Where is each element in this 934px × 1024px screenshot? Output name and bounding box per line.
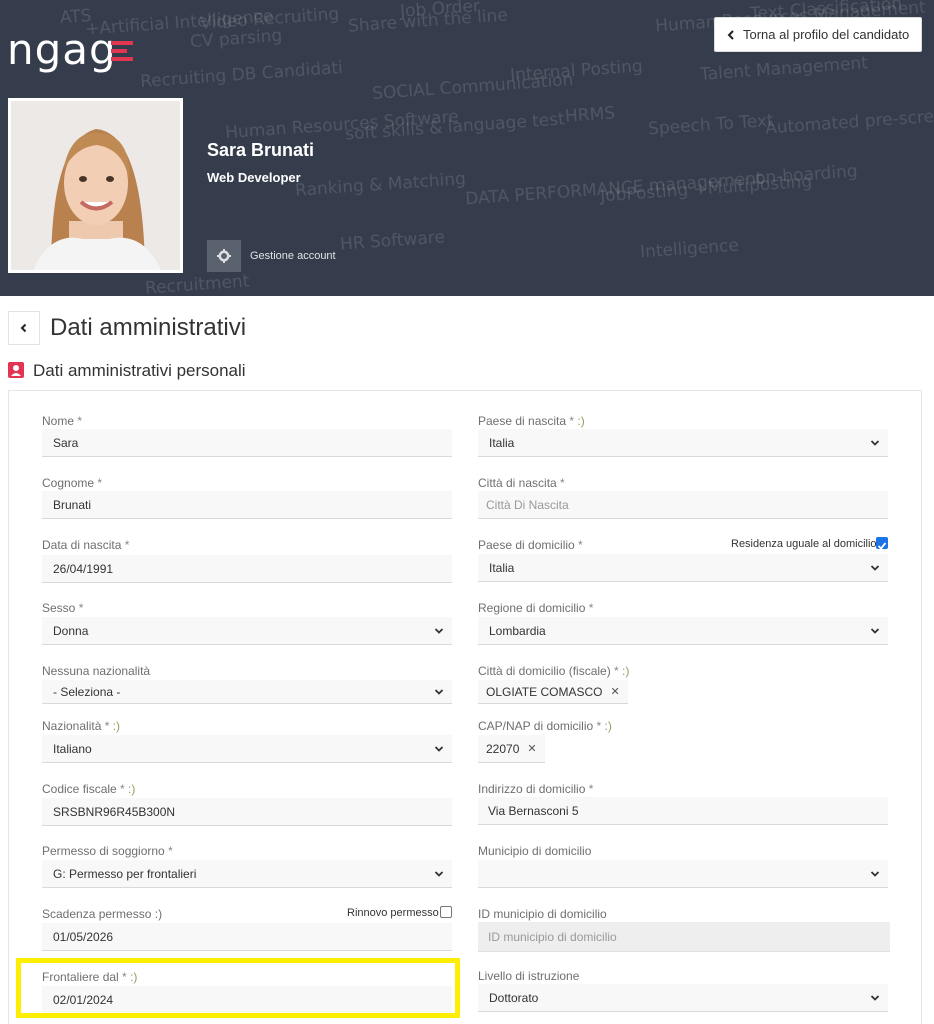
account-settings-button[interactable] xyxy=(207,240,241,272)
candidate-name: Sara Brunati xyxy=(207,140,315,160)
scadenza-permesso-input[interactable]: 01/05/2026 xyxy=(42,923,452,951)
paese-nascita-select[interactable]: Italia xyxy=(478,429,888,457)
indirizzo-domicilio-label: Indirizzo di domicilio * xyxy=(478,782,594,796)
id-municipio-label: ID municipio di domicilio xyxy=(478,907,607,921)
person-badge-icon xyxy=(8,362,24,378)
checkmark-icon xyxy=(877,542,887,550)
ngage-logo-mark-icon xyxy=(111,41,133,61)
citta-domicilio-tag[interactable]: OLGIATE COMASCO ✕ xyxy=(478,680,628,704)
cap-domicilio-label: CAP/NAP di domicilio * :) xyxy=(478,719,612,733)
profile-header: ATS +Artificial Intelligence Video Recru… xyxy=(0,0,934,296)
nome-input[interactable]: Sara xyxy=(42,429,452,457)
paese-domicilio-select[interactable]: Italia xyxy=(478,554,888,582)
permesso-soggiorno-select[interactable]: G: Permesso per frontalieri xyxy=(42,860,452,888)
paese-nascita-label: Paese di nascita * :) xyxy=(478,414,585,428)
permesso-soggiorno-label: Permesso di soggiorno * xyxy=(42,844,173,858)
residenza-uguale-checkbox[interactable] xyxy=(876,537,888,550)
scadenza-permesso-label: Scadenza permesso :) xyxy=(42,907,163,921)
chevron-left-icon xyxy=(20,323,27,333)
residenza-uguale-label: Residenza uguale al domicilio xyxy=(731,538,877,550)
data-nascita-input[interactable]: 26/04/1991 xyxy=(42,555,452,583)
cognome-label: Cognome * xyxy=(42,476,103,490)
livello-istruzione-label: Livello di istruzione xyxy=(478,969,580,983)
chevron-down-icon xyxy=(434,746,444,752)
cap-domicilio-tag[interactable]: 22070 ✕ xyxy=(478,735,545,763)
page-title: Dati amministrativi xyxy=(50,314,247,341)
cognome-input[interactable]: Brunati xyxy=(42,491,452,519)
gear-icon xyxy=(217,249,231,263)
livello-istruzione-select[interactable]: Dottorato xyxy=(478,984,888,1012)
chevron-down-icon xyxy=(870,440,880,446)
codice-fiscale-input[interactable]: SRSBNR96R45B300N xyxy=(42,798,452,826)
nazionalita-label: Nazionalità * :) xyxy=(42,719,121,733)
section-subtitle: Dati amministrativi personali xyxy=(33,361,246,380)
close-icon[interactable]: ✕ xyxy=(610,685,619,698)
municipio-domicilio-select[interactable] xyxy=(478,860,888,888)
chevron-left-icon xyxy=(727,29,734,40)
paese-domicilio-label: Paese di domicilio * xyxy=(478,538,583,552)
nazionalita-select[interactable]: Italiano xyxy=(42,735,452,763)
data-nascita-label: Data di nascita * xyxy=(42,538,130,552)
candidate-role: Web Developer xyxy=(207,170,301,185)
back-to-profile-label: Torna al profilo del candidato xyxy=(743,27,910,42)
rinnovo-permesso-checkbox[interactable] xyxy=(440,906,452,918)
candidate-portrait xyxy=(11,101,180,270)
sesso-label: Sesso * xyxy=(42,601,84,615)
citta-domicilio-label: Città di domicilio (fiscale) * :) xyxy=(478,664,630,678)
chevron-down-icon xyxy=(434,689,444,695)
regione-domicilio-label: Regione di domicilio * xyxy=(478,601,594,615)
citta-nascita-input[interactable]: Città Di Nascita xyxy=(478,491,888,519)
chevron-down-icon xyxy=(434,871,444,877)
chevron-down-icon xyxy=(870,871,880,877)
nessuna-nazionalita-label: Nessuna nazionalità xyxy=(42,664,151,678)
rinnovo-permesso-label: Rinnovo permesso xyxy=(347,907,439,919)
candidate-photo xyxy=(8,98,183,273)
municipio-domicilio-label: Municipio di domicilio xyxy=(478,844,592,858)
id-municipio-input: ID municipio di domicilio xyxy=(478,922,890,952)
nessuna-nazionalita-select[interactable]: - Seleziona - xyxy=(42,680,452,704)
citta-nascita-label: Città di nascita * xyxy=(478,476,565,490)
ngage-logo: ngag xyxy=(7,25,117,74)
chevron-down-icon xyxy=(870,565,880,571)
back-to-profile-button[interactable]: Torna al profilo del candidato xyxy=(714,17,922,52)
chevron-down-icon xyxy=(434,628,444,634)
close-icon[interactable]: ✕ xyxy=(527,742,536,755)
indirizzo-domicilio-input[interactable]: Via Bernasconi 5 xyxy=(478,797,888,825)
sesso-select[interactable]: Donna xyxy=(42,617,452,645)
nome-label: Nome * xyxy=(42,414,83,428)
section-back-button[interactable] xyxy=(8,311,40,345)
regione-domicilio-select[interactable]: Lombardia xyxy=(478,617,888,645)
chevron-down-icon xyxy=(870,995,880,1001)
chevron-down-icon xyxy=(870,628,880,634)
codice-fiscale-label: Codice fiscale * :) xyxy=(42,782,136,796)
account-management-link[interactable]: Gestione account xyxy=(250,250,336,262)
frontaliere-highlight-box xyxy=(16,958,460,1018)
